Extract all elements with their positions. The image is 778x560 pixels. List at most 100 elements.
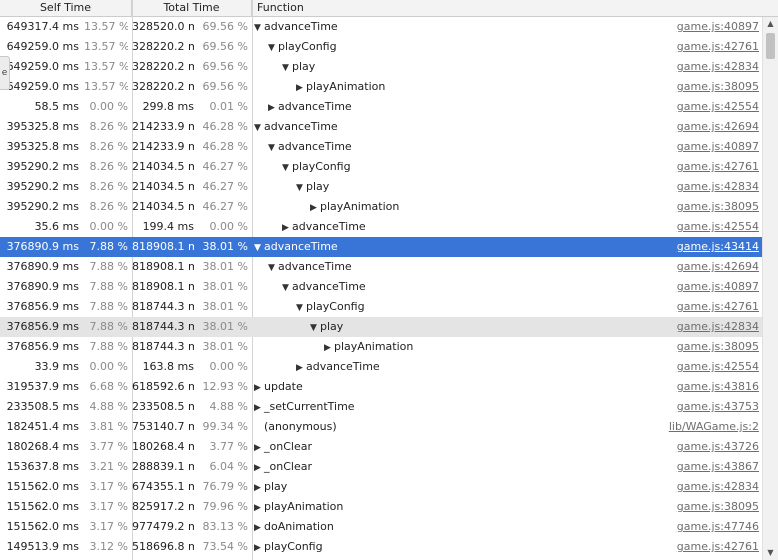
expanded-triangle-icon[interactable]: ▼ [268, 38, 278, 58]
collapsed-triangle-icon[interactable]: ▶ [254, 378, 264, 398]
expanded-triangle-icon[interactable]: ▼ [268, 258, 278, 278]
scroll-down-arrow-icon[interactable]: ▼ [763, 546, 778, 560]
tree-row[interactable]: 649259.0 ms 13.57 % 328220.2 ms 69.56 % ▶pla… [0, 77, 762, 97]
source-link[interactable]: game.js:43816 [677, 377, 759, 397]
source-link[interactable]: game.js:38095 [677, 497, 759, 517]
tree-row[interactable]: 151562.0 ms 3.17 % 825917.2 ms 79.96 % ▶play… [0, 497, 762, 517]
function-cell: ▼ advanceTime [254, 17, 338, 37]
self-time-percent: 3.17 % [89, 520, 128, 533]
total-time-column-header[interactable]: Total Time [132, 0, 252, 16]
source-link[interactable]: game.js:38095 [677, 337, 759, 357]
source-link[interactable]: game.js:42834 [677, 57, 759, 77]
tree-row[interactable]: 376856.9 ms 7.88 % 818744.3 ms 38.01 % ▶play… [0, 337, 762, 357]
collapsed-triangle-icon[interactable]: ▶ [324, 338, 334, 358]
tree-row[interactable]: 180268.4 ms 3.77 % 180268.4 ms 3.77 % ▶_onCl… [0, 437, 762, 457]
self-time-percent: 7.88 % [89, 260, 128, 273]
source-link[interactable]: game.js:42554 [677, 217, 759, 237]
self-time-ms: 376856.9 ms [6, 340, 79, 353]
function-cell: ▼ advanceTime [268, 257, 352, 277]
source-link[interactable]: game.js:42694 [677, 117, 759, 137]
tree-row[interactable]: 649259.0 ms 13.57 % 328220.2 ms 69.56 % ▼pla… [0, 57, 762, 77]
source-link[interactable]: game.js:42554 [677, 97, 759, 117]
tree-row[interactable]: 395290.2 ms 8.26 % 214034.5 ms 46.27 % ▶play… [0, 197, 762, 217]
side-panel-tab[interactable]: e [0, 56, 10, 90]
tree-row[interactable]: 153637.8 ms 3.21 % 288839.1 ms 6.04 % ▶_onCl… [0, 457, 762, 477]
tree-row[interactable]: 376890.9 ms 7.88 % 818908.1 ms 38.01 % ▼adva… [0, 257, 762, 277]
tree-row[interactable]: 58.5 ms 0.00 % 299.8 ms 0.01 % ▶ advanceTime g… [0, 97, 762, 117]
tree-row[interactable]: 395290.2 ms 8.26 % 214034.5 ms 46.27 % ▼play… [0, 157, 762, 177]
collapsed-triangle-icon[interactable]: ▶ [254, 478, 264, 498]
source-link[interactable]: game.js:42761 [677, 37, 759, 57]
tree-row[interactable]: 649259.0 ms 13.57 % 328220.2 ms 69.56 % ▼pla… [0, 37, 762, 57]
expanded-triangle-icon[interactable]: ▼ [296, 178, 306, 198]
expanded-triangle-icon[interactable]: ▼ [254, 238, 264, 258]
tree-row[interactable]: 35.6 ms 0.00 % 199.4 ms 0.00 % ▶ advanceTime g… [0, 217, 762, 237]
self-time-ms: 395290.2 ms [6, 200, 79, 213]
scroll-thumb[interactable] [766, 33, 775, 59]
total-time-ms: 328520.0 ms [132, 20, 194, 33]
collapsed-triangle-icon[interactable]: ▶ [254, 438, 264, 458]
source-link[interactable]: game.js:38095 [677, 197, 759, 217]
tree-row[interactable]: 376890.9 ms 7.88 % 818908.1 ms 38.01 % ▼adva… [0, 237, 762, 257]
collapsed-triangle-icon[interactable]: ▶ [268, 98, 278, 118]
tree-row[interactable]: 395325.8 ms 8.26 % 214233.9 ms 46.28 % ▼adva… [0, 117, 762, 137]
expanded-triangle-icon[interactable]: ▼ [310, 318, 320, 338]
tree-row[interactable]: 649317.4 ms 13.57 % 328520.0 ms 69.56 % ▼adv… [0, 17, 762, 37]
source-link[interactable]: lib/WAGame.js:2 [669, 417, 759, 437]
source-link[interactable]: game.js:42694 [677, 257, 759, 277]
source-link[interactable]: game.js:38095 [677, 77, 759, 97]
function-column-header[interactable]: Function [252, 0, 762, 16]
scroll-up-arrow-icon[interactable]: ▲ [763, 17, 778, 31]
total-time-ms: 214034.5 ms [132, 160, 194, 173]
collapsed-triangle-icon[interactable]: ▶ [254, 498, 264, 518]
source-link[interactable]: game.js:47746 [677, 517, 759, 537]
source-link[interactable]: game.js:42761 [677, 297, 759, 317]
source-link[interactable]: game.js:40897 [677, 137, 759, 157]
tree-row[interactable]: 151562.0 ms 3.17 % 977479.2 ms 83.13 % ▶doAn… [0, 517, 762, 537]
expanded-triangle-icon[interactable]: ▼ [282, 278, 292, 298]
expanded-triangle-icon[interactable]: ▼ [254, 18, 264, 38]
collapsed-triangle-icon[interactable]: ▶ [254, 538, 264, 558]
tree-row[interactable]: 376856.9 ms 7.88 % 818744.3 ms 38.01 % ▼play… [0, 297, 762, 317]
source-link[interactable]: game.js:43726 [677, 437, 759, 457]
source-link[interactable]: game.js:42761 [677, 537, 759, 557]
expanded-triangle-icon[interactable]: ▼ [282, 158, 292, 178]
source-link[interactable]: game.js:40897 [677, 17, 759, 37]
vertical-scrollbar[interactable]: ▲ ▼ [762, 17, 778, 560]
function-name: update [264, 380, 303, 393]
source-link[interactable]: game.js:42834 [677, 477, 759, 497]
expanded-triangle-icon[interactable]: ▼ [282, 58, 292, 78]
tree-row[interactable]: 182451.4 ms 3.81 % 753140.7 ms 99.34 % (anon… [0, 417, 762, 437]
total-time-ms: 753140.7 ms [132, 420, 194, 433]
collapsed-triangle-icon[interactable]: ▶ [254, 458, 264, 478]
expanded-triangle-icon[interactable]: ▼ [268, 138, 278, 158]
source-link[interactable]: game.js:42834 [677, 317, 759, 337]
expanded-triangle-icon[interactable]: ▼ [296, 298, 306, 318]
source-link[interactable]: game.js:40897 [677, 277, 759, 297]
collapsed-triangle-icon[interactable]: ▶ [296, 78, 306, 98]
collapsed-triangle-icon[interactable]: ▶ [282, 218, 292, 238]
function-cell: ▼ advanceTime [254, 117, 338, 137]
tree-row[interactable]: 376856.9 ms 7.88 % 818744.3 ms 38.01 % ▼play… [0, 317, 762, 337]
tree-row[interactable]: 376890.9 ms 7.88 % 818908.1 ms 38.01 % ▼adva… [0, 277, 762, 297]
collapsed-triangle-icon[interactable]: ▶ [310, 198, 320, 218]
collapsed-triangle-icon[interactable]: ▶ [254, 518, 264, 538]
source-link[interactable]: game.js:42761 [677, 157, 759, 177]
tree-row[interactable]: 395325.8 ms 8.26 % 214233.9 ms 46.28 % ▼adva… [0, 137, 762, 157]
source-link[interactable]: game.js:43867 [677, 457, 759, 477]
source-link[interactable]: game.js:42834 [677, 177, 759, 197]
source-link[interactable]: game.js:43753 [677, 397, 759, 417]
tree-row[interactable]: 233508.5 ms 4.88 % 233508.5 ms 4.88 % ▶_setC… [0, 397, 762, 417]
tree-row[interactable]: 319537.9 ms 6.68 % 618592.6 ms 12.93 % ▶upda… [0, 377, 762, 397]
collapsed-triangle-icon[interactable]: ▶ [296, 358, 306, 378]
collapsed-triangle-icon[interactable]: ▶ [254, 398, 264, 418]
expanded-triangle-icon[interactable]: ▼ [254, 118, 264, 138]
tree-row[interactable]: 149513.9 ms 3.12 % 518696.8 ms 73.54 % ▶play… [0, 537, 762, 557]
tree-row[interactable]: 33.9 ms 0.00 % 163.8 ms 0.00 % ▶ advanceTime g… [0, 357, 762, 377]
self-time-column-header[interactable]: Self Time [0, 0, 132, 16]
source-link[interactable]: game.js:42554 [677, 357, 759, 377]
function-cell: ▶ advanceTime [268, 97, 352, 117]
source-link[interactable]: game.js:43414 [677, 237, 759, 257]
tree-row[interactable]: 151562.0 ms 3.17 % 674355.1 ms 76.79 % ▶play… [0, 477, 762, 497]
tree-row[interactable]: 395290.2 ms 8.26 % 214034.5 ms 46.27 % ▼play… [0, 177, 762, 197]
